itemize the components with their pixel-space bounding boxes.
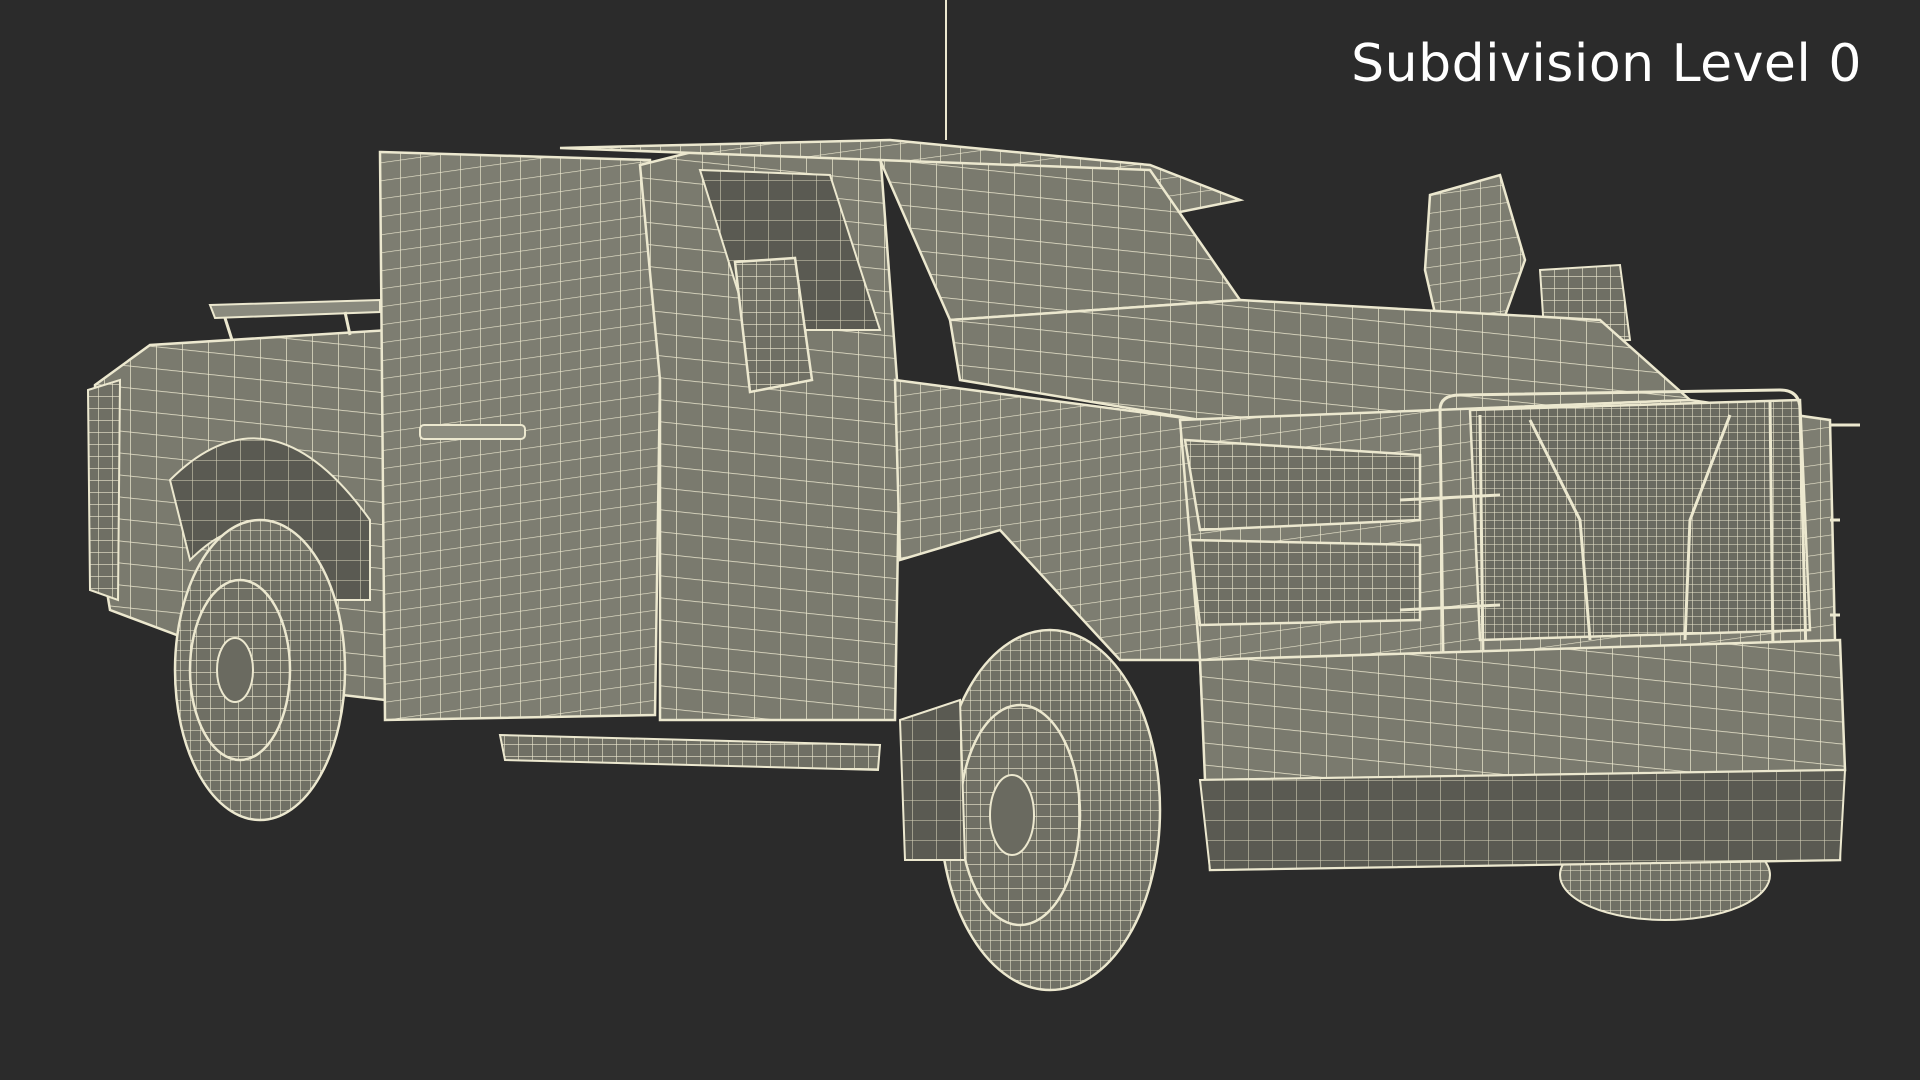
headlight-upper xyxy=(1183,438,1422,532)
headlight-lower xyxy=(1188,538,1422,627)
render-viewport: Subdivision Level 0 xyxy=(0,0,1920,1080)
rear-wheel xyxy=(173,518,347,822)
front-fender xyxy=(893,378,1212,662)
step-bar xyxy=(498,733,882,772)
front-wheel xyxy=(938,628,1162,992)
pickup-truck-wireframe-icon xyxy=(86,0,1860,992)
subdivision-level-label: Subdivision Level 0 xyxy=(1351,34,1862,94)
front-bumper xyxy=(1198,638,1847,782)
grille xyxy=(1468,398,1812,642)
